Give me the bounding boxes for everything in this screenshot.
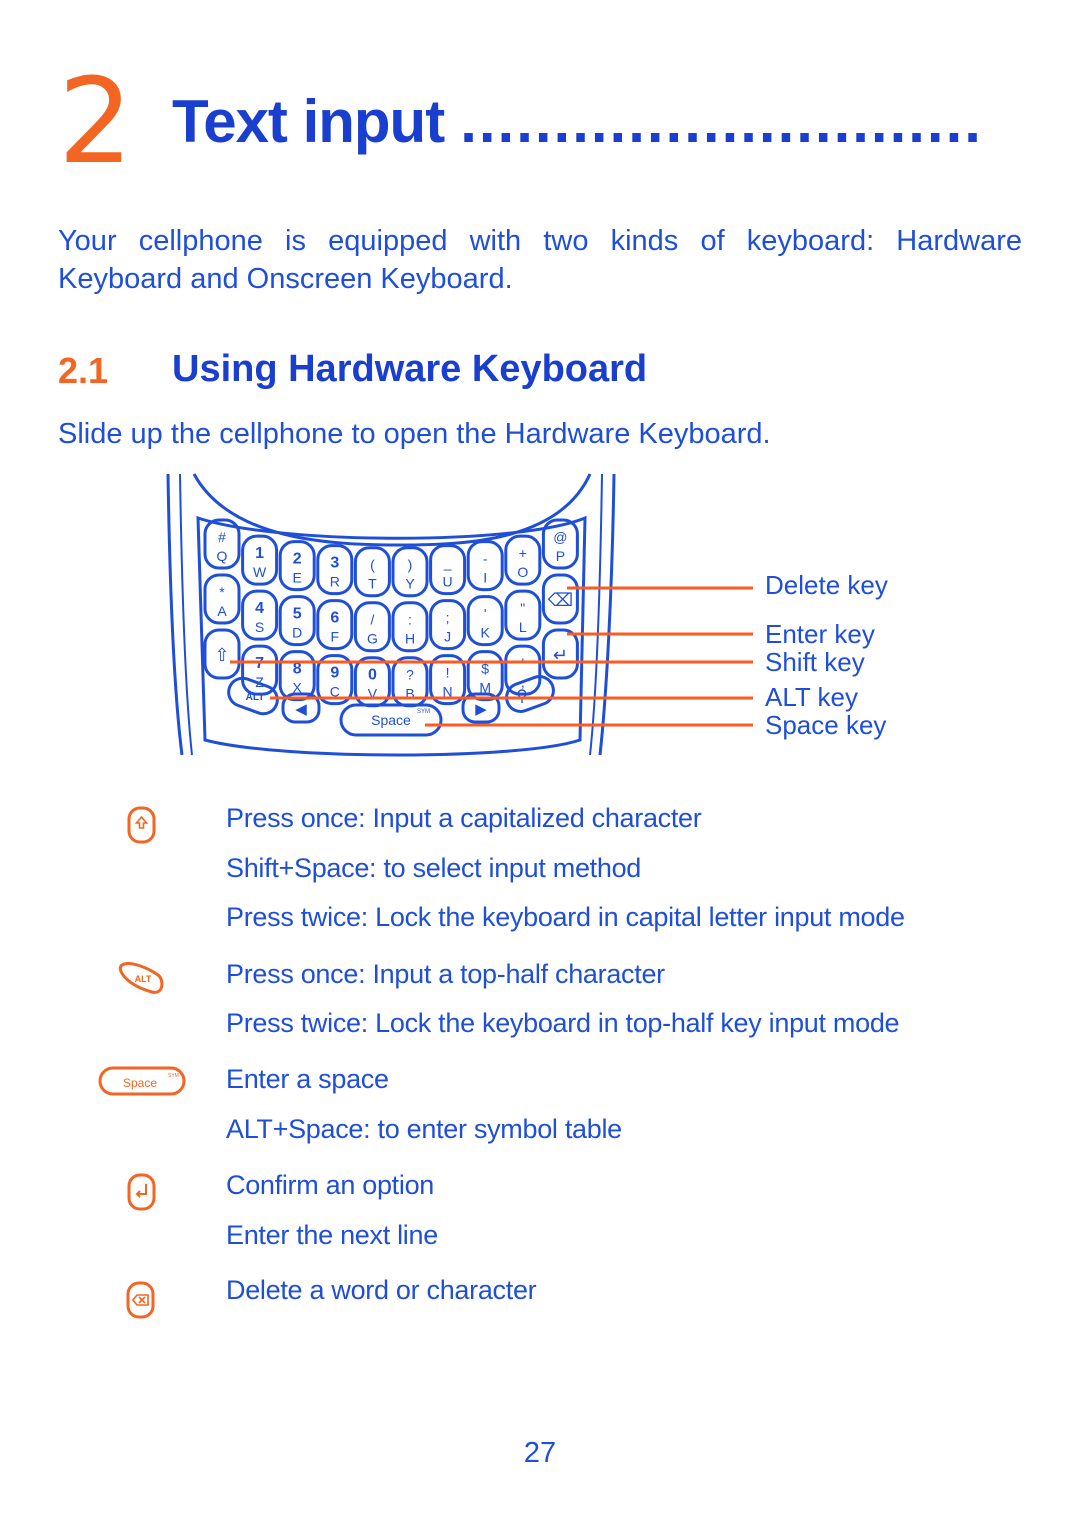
shift-desc-1: Press once: Input a capitalized characte… <box>226 803 702 833</box>
key-top-label: _ <box>443 555 452 571</box>
right-arrow-label: ▶ <box>475 701 487 718</box>
key-main-label: S <box>255 619 264 635</box>
key-main-label: U <box>443 574 453 590</box>
key-top-label: ! <box>446 665 450 681</box>
key-main-label: R <box>330 574 340 590</box>
callout-shift-key: Shift key <box>765 647 865 677</box>
key-top-label: 4 <box>255 600 264 617</box>
key-top-label: ) <box>408 557 413 573</box>
alt-key-label: ALT <box>246 692 265 703</box>
phone-outline-right-inner <box>589 473 603 756</box>
callout-enter-key: Enter key <box>765 619 875 649</box>
key-main-label: A <box>217 603 227 619</box>
key-top-label: 2 <box>293 551 302 568</box>
space-key-label: Space <box>371 712 411 728</box>
enter-desc-1: Confirm an option <box>226 1170 435 1200</box>
shift-key-icon <box>127 806 156 844</box>
space-key-icon-label: Space <box>123 1076 157 1090</box>
key-main-label: L <box>519 619 527 635</box>
callout-alt-key: ALT key <box>765 682 858 712</box>
key-top-label: " <box>520 600 525 616</box>
key-main-label: ⌫ <box>548 590 573 610</box>
key-top-label: 7 <box>255 655 264 672</box>
key-top-label: 6 <box>330 610 339 627</box>
key-top-label: - <box>483 551 488 567</box>
alt-key-icon-label: ALT <box>135 974 152 984</box>
space-desc-1: Enter a space <box>226 1064 389 1094</box>
key-main-label: D <box>292 625 302 641</box>
key-top-label: # <box>218 529 226 545</box>
key-top-label: 3 <box>330 555 339 572</box>
key-main-label: G <box>367 631 378 647</box>
key-top-label: + <box>519 545 527 561</box>
space-key-icon-sym: SYM <box>168 1073 179 1079</box>
key-main-label: Q <box>217 548 228 564</box>
phone-outline-left-inner <box>179 473 193 756</box>
key-top-label: / <box>370 612 374 628</box>
key-main-label: T <box>368 576 377 592</box>
key-main-label: H <box>405 631 415 647</box>
key-top-label: ? <box>406 667 414 683</box>
key-main-label: F <box>331 629 340 645</box>
key-top-label: ( <box>370 557 375 573</box>
key-main-label: Y <box>405 576 415 592</box>
key-top-label: : <box>408 612 412 628</box>
delete-key-icon <box>126 1281 155 1319</box>
key-main-label: I <box>483 570 487 586</box>
space-key-icon: Space SYM <box>98 1066 186 1096</box>
key-top-label: @ <box>553 529 567 545</box>
screen-bottom-edge <box>192 473 592 547</box>
key-main-label: J <box>444 629 451 645</box>
key-top-label: 5 <box>293 606 302 623</box>
key-top-label: 0 <box>368 667 377 684</box>
key-main-label: E <box>293 570 302 586</box>
key-main-label: P <box>556 548 565 564</box>
alt-key-icon: ALT <box>119 962 164 994</box>
key-top-label: * <box>219 584 225 600</box>
page-number: 27 <box>523 1437 557 1469</box>
key-main-label: W <box>253 564 267 580</box>
callout-space-key: Space key <box>765 710 887 740</box>
key-top-label: 1 <box>255 545 264 562</box>
key-top-label: ; <box>446 610 450 626</box>
enter-desc-2: Enter the next line <box>226 1220 438 1250</box>
key-main-label: O <box>517 564 528 580</box>
key-main-label: K <box>481 625 491 641</box>
key-top-label: 9 <box>330 665 339 682</box>
key-top-label: ' <box>484 606 487 622</box>
space-key-sym: SYM <box>417 709 430 715</box>
space-desc-2: ALT+Space: to enter symbol table <box>226 1114 622 1144</box>
key-main-label: ⇧ <box>214 645 229 665</box>
alt-desc-2: Press twice: Lock the keyboard in top-ha… <box>226 1008 900 1038</box>
callout-delete-key: Delete key <box>765 570 888 600</box>
left-arrow-label: ◀ <box>295 701 307 718</box>
shift-desc-3: Press twice: Lock the keyboard in capita… <box>226 902 905 932</box>
shift-desc-2: Shift+Space: to select input method <box>226 853 642 883</box>
enter-key-icon <box>127 1173 156 1211</box>
delete-desc-1: Delete a word or character <box>226 1275 537 1305</box>
alt-desc-1: Press once: Input a top-half character <box>226 959 665 989</box>
